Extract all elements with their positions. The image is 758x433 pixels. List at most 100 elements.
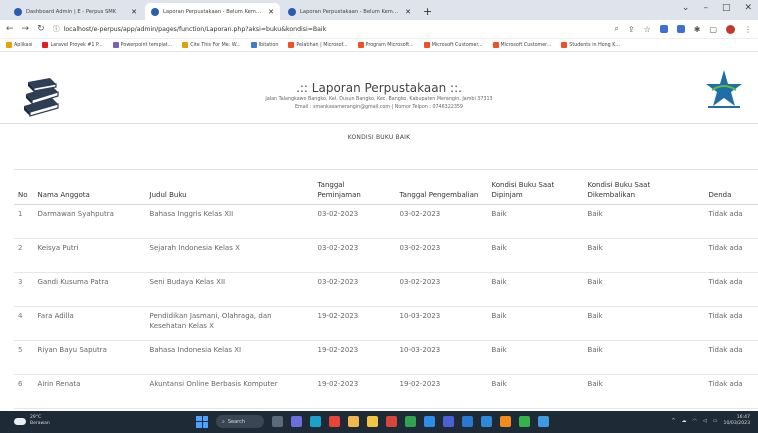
column-header-tanggal-pinjam: Tanggal Peminjaman [312,169,395,205]
bookmark-item[interactable]: Pelatihan | Microsof... [288,42,348,48]
bookmark-item[interactable]: Aplikasi [6,42,32,48]
vscode-icon[interactable] [462,416,473,427]
tab-close-icon[interactable]: ✕ [131,8,137,16]
site-info-icon[interactable]: ⓘ [53,24,60,34]
chevron-down-icon[interactable]: ⌄ [682,3,690,13]
windows-start-icon[interactable] [196,415,208,428]
bookmark-star-icon[interactable]: ☆ [644,25,651,34]
microsoft-icon [561,42,568,48]
back-icon[interactable]: ← [6,24,14,34]
tab-label: Laporan Perpustakaan - Belum Kembali [163,8,265,15]
side-panel-icon[interactable]: ▢ [709,25,717,34]
bookmark-item[interactable]: Microsoft Customer... [492,42,551,48]
weather-desc: Berawan [30,421,50,426]
extension-icon[interactable] [659,25,668,33]
bookmark-item[interactable]: Laravel Proyek #1 P... [42,42,103,48]
tab-dashboard[interactable]: Dashboard Admin | E - Perpus SMK ✕ [8,3,143,20]
forward-icon[interactable]: → [22,24,30,34]
chat-icon[interactable] [291,416,302,427]
app-icon[interactable] [519,416,530,427]
windows-taskbar: 29°C Berawan ⌕ Search ^ ☁ ◠ ◁ ▭ 16:47 10… [0,411,758,433]
column-header-tanggal-kembali: Tanggal Pengembalian [394,169,487,205]
cell-tanggal-pinjam: 19-02-2023 [312,340,395,375]
bookmark-icon [250,42,257,48]
tab-laporan-2[interactable]: Laporan Perpustakaan - Belum Kembali ✕ [282,3,417,20]
clock[interactable]: 16:47 10/03/2023 [724,415,750,427]
report-subtitle: KONDISI BUKU BAIK [347,134,411,141]
cell-judul: Akuntansi Online Berbasis Komputer [144,374,313,409]
window-controls: ⌄ – □ ✕ [682,3,752,13]
chevron-up-icon[interactable]: ^ [671,418,675,424]
cell-no: 5 [14,340,33,375]
bookmark-item[interactable]: Cite This For Me: W... [182,42,241,48]
tut-wuri-emblem-icon [706,70,742,108]
cell-tanggal-kembali: 19-02-2023 [394,374,487,409]
taskbar-search[interactable]: ⌕ Search [216,415,264,428]
cell-kondisi-kembali: Baik [582,374,704,409]
app-icon[interactable] [348,416,359,427]
tab-label: Dashboard Admin | E - Perpus SMK [26,8,117,15]
file-explorer-icon[interactable] [367,416,378,427]
cell-no: 1 [14,204,33,239]
cell-denda: Tidak ada [703,340,758,375]
share-icon[interactable]: ⇪ [628,25,635,34]
app-icon[interactable] [538,416,549,427]
chrome-icon[interactable] [405,416,416,427]
weather-widget[interactable]: 29°C Berawan [14,415,50,427]
zoom-icon[interactable]: ⌕ [614,24,618,34]
bookmark-item[interactable]: Students in Hong K... [561,42,620,48]
app-icon[interactable] [386,416,397,427]
tab-close-icon[interactable]: ✕ [268,8,274,16]
cell-tanggal-kembali: 10-03-2023 [394,306,487,341]
cell-kondisi-kembali: Baik [582,306,704,341]
app-icon[interactable] [500,416,511,427]
maximize-icon[interactable]: □ [722,3,731,13]
reload-icon[interactable]: ↻ [37,24,45,34]
site-favicon-icon [14,7,22,16]
microsoft-icon [288,42,295,48]
profile-avatar-icon[interactable] [726,24,735,34]
task-view-icon[interactable] [272,416,283,427]
taskbar-apps: ⌕ Search [196,415,549,428]
cloud-icon [14,417,26,425]
app-icon[interactable] [443,416,454,427]
app-icon[interactable] [424,416,435,427]
bookmark-item[interactable]: Ibitation [250,42,278,48]
cell-tanggal-pinjam: 19-02-2023 [312,374,395,409]
puzzle-icon[interactable]: ✱ [694,25,701,34]
column-header-judul: Judul Buku [144,169,313,205]
cell-kondisi-pinjam: Baik [486,340,583,375]
site-favicon-icon [288,7,296,16]
tab-label: Laporan Perpustakaan - Belum Kembali [300,8,402,15]
url-field[interactable]: ⓘ localhost/e-perpus/app/admin/pages/fun… [53,22,607,36]
tab-close-icon[interactable]: ✕ [405,8,411,16]
cloud-tray-icon[interactable]: ☁ [682,418,687,424]
tab-laporan-active[interactable]: Laporan Perpustakaan - Belum Kembali ✕ [145,3,280,20]
cell-no: 4 [14,306,33,341]
edge-icon[interactable] [310,416,321,427]
bookmark-item[interactable]: Program Microsoft... [357,42,414,48]
vscode-icon[interactable] [481,416,492,427]
browser-window: Dashboard Admin | E - Perpus SMK ✕ Lapor… [0,0,758,433]
app-icon[interactable] [329,416,340,427]
minimize-icon[interactable]: – [703,3,708,13]
cell-denda: Tidak ada [703,272,758,307]
site-favicon-icon [151,7,159,16]
cell-kondisi-pinjam: Baik [486,238,583,273]
wifi-icon[interactable]: ◠ [693,418,697,424]
table-row: 6 Airin Renata Akuntansi Online Berbasis… [14,374,758,409]
table-header-row: No Nama Anggota Judul Buku Tanggal Pemin… [14,169,758,205]
report-contact: Email : smankasamerangin@gmail.com | Nom… [295,105,463,110]
battery-icon[interactable]: ▭ [713,418,718,424]
new-tab-button[interactable]: + [423,5,432,18]
table-row: 5 Riyan Bayu Saputra Bahasa Indonesia Ke… [14,340,758,375]
bookmark-item[interactable]: Microsoft Customer... [423,42,483,48]
extension-icon[interactable] [676,25,685,33]
close-window-icon[interactable]: ✕ [744,3,752,13]
column-header-no: No [14,169,33,205]
bookmark-item[interactable]: Powerpoint templat... [112,42,172,48]
volume-icon[interactable]: ◁ [703,418,707,424]
menu-dots-icon[interactable]: ⋮ [744,25,752,34]
microsoft-icon [492,42,499,48]
cell-kondisi-pinjam: Baik [486,272,583,307]
